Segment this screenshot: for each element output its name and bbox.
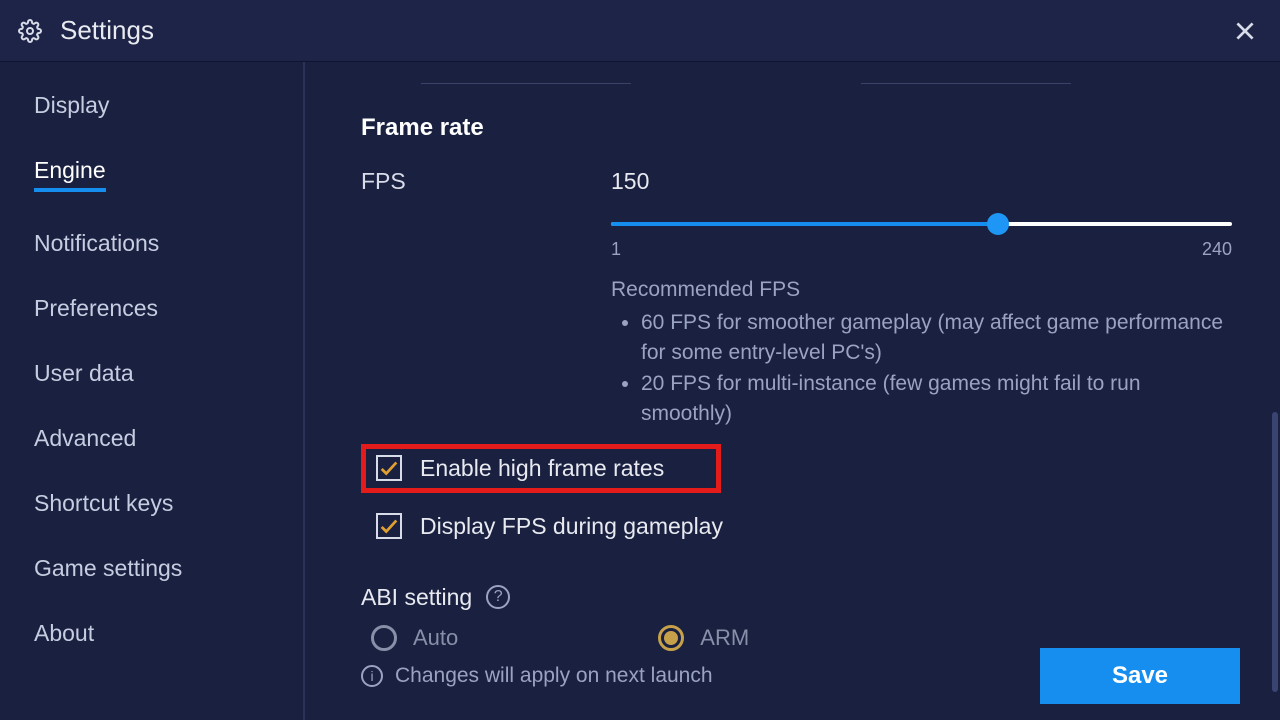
sidebar-item-display[interactable]: Display	[34, 92, 109, 119]
gear-icon	[18, 19, 42, 43]
abi-heading: ABI setting ?	[361, 584, 1232, 611]
scrollbar[interactable]	[1272, 412, 1278, 692]
sidebar: Display Engine Notifications Preferences…	[0, 62, 305, 720]
radio-icon	[371, 625, 397, 651]
fps-label: FPS	[361, 168, 611, 195]
frame-rate-heading: Frame rate	[361, 114, 1232, 142]
sidebar-item-shortcut-keys[interactable]: Shortcut keys	[34, 490, 173, 517]
sidebar-item-game-settings[interactable]: Game settings	[34, 555, 182, 582]
info-icon: i	[361, 665, 383, 687]
sidebar-item-user-data[interactable]: User data	[34, 360, 134, 387]
window-title: Settings	[60, 15, 154, 46]
abi-option-auto[interactable]: Auto	[371, 625, 458, 651]
sidebar-item-notifications[interactable]: Notifications	[34, 230, 159, 257]
sidebar-item-advanced[interactable]: Advanced	[34, 425, 136, 452]
ghost-dropdown-1[interactable]	[421, 72, 631, 84]
help-icon[interactable]: ?	[486, 585, 510, 609]
radio-icon	[658, 625, 684, 651]
recommended-list: 60 FPS for smoother gameplay (may affect…	[611, 308, 1232, 430]
display-fps-label: Display FPS during gameplay	[420, 513, 723, 540]
titlebar: Settings	[0, 0, 1280, 62]
fps-value: 150	[611, 168, 1232, 195]
ghost-dropdown-2[interactable]	[861, 72, 1071, 84]
abi-option-arm[interactable]: ARM	[658, 625, 749, 651]
footer-note: Changes will apply on next launch	[395, 664, 713, 688]
sidebar-item-engine[interactable]: Engine	[34, 157, 106, 192]
sidebar-item-about[interactable]: About	[34, 620, 94, 647]
sidebar-item-preferences[interactable]: Preferences	[34, 295, 158, 322]
rec-item-1: 60 FPS for smoother gameplay (may affect…	[641, 308, 1232, 369]
rec-item-2: 20 FPS for multi-instance (few games mig…	[641, 369, 1232, 430]
display-fps-row[interactable]: Display FPS during gameplay	[361, 507, 1232, 546]
slider-min: 1	[611, 239, 621, 260]
enable-high-fps-label: Enable high frame rates	[420, 455, 664, 482]
recommended-title: Recommended FPS	[611, 278, 1232, 302]
fps-slider[interactable]	[611, 213, 1232, 235]
slider-max: 240	[1202, 239, 1232, 260]
enable-high-fps-row[interactable]: Enable high frame rates	[361, 444, 721, 493]
save-button[interactable]: Save	[1040, 648, 1240, 704]
close-button[interactable]	[1228, 14, 1262, 48]
enable-high-fps-checkbox[interactable]	[376, 455, 402, 481]
content-panel: Frame rate FPS 150 1 240 Recommended FPS…	[305, 62, 1280, 720]
display-fps-checkbox[interactable]	[376, 513, 402, 539]
